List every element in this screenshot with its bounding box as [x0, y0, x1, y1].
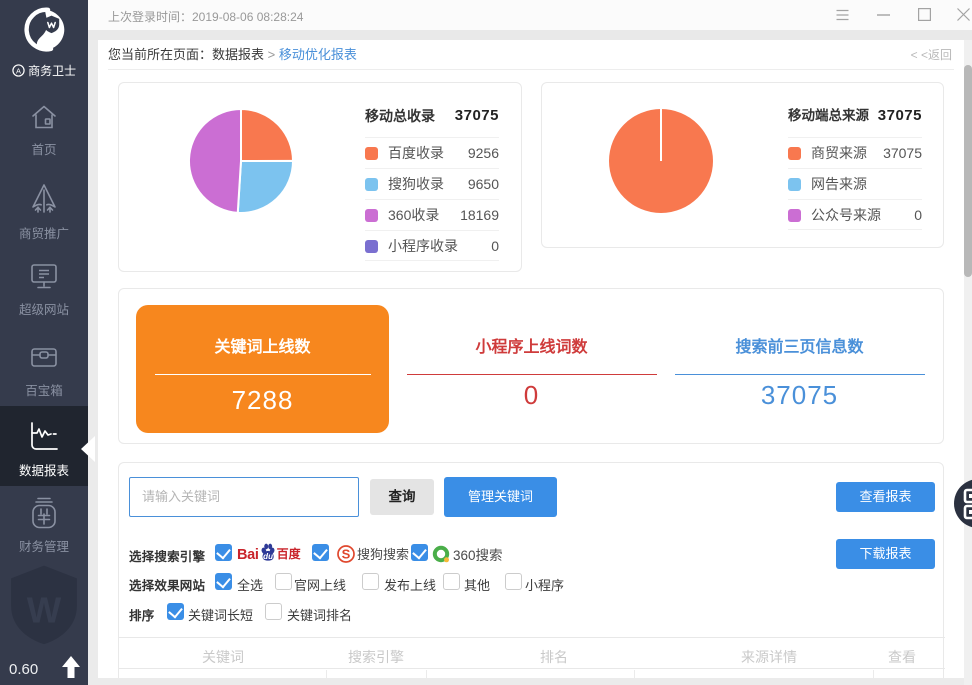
svg-text:W: W [27, 589, 62, 630]
svg-text:du: du [263, 552, 273, 561]
svg-text:S: S [342, 547, 351, 562]
svg-text:A: A [16, 66, 21, 75]
